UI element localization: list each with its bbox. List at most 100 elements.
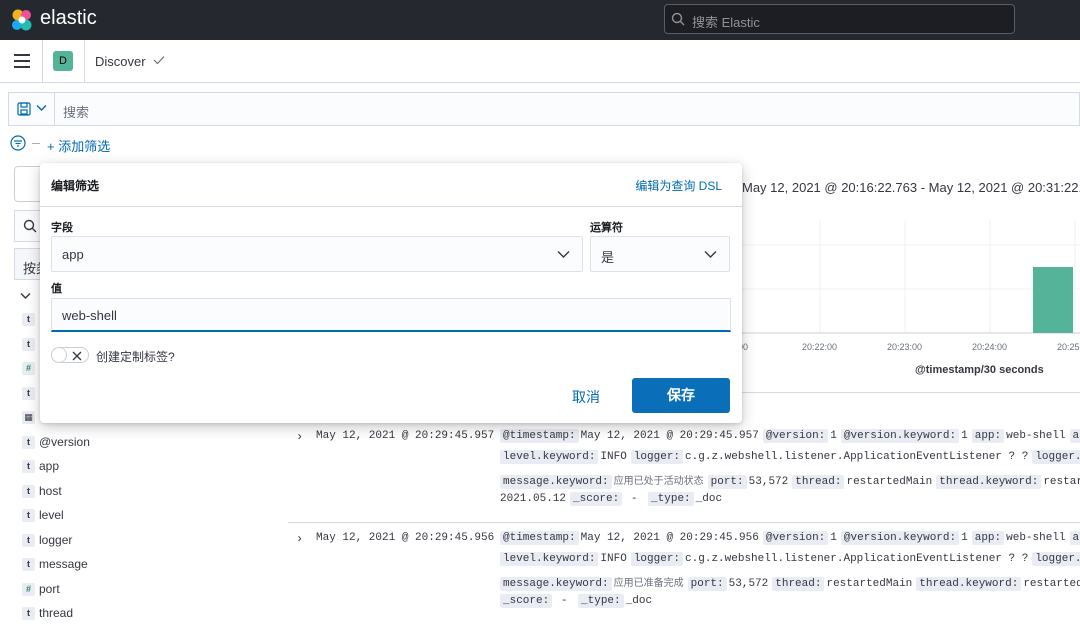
elastic-logo-icon[interactable] <box>10 8 34 32</box>
field-key: app: <box>971 429 1005 443</box>
document-source-line: level.keyword: INFO logger: c.g.z.webshell.… <box>500 450 1080 471</box>
search-icon <box>671 12 685 26</box>
value-input-text: web-shell <box>62 308 117 323</box>
string-type-icon: t <box>22 313 35 326</box>
field-key: thread: <box>772 577 825 591</box>
breadcrumb-discover[interactable]: Discover <box>95 54 146 69</box>
calendar-icon: ▦ <box>22 411 35 424</box>
saved-query-button[interactable] <box>9 93 55 125</box>
field-name: logger <box>39 532 73 547</box>
field-key: level.keyword: <box>500 552 599 566</box>
operator-select-value: 是 <box>601 250 615 265</box>
field-name: message <box>39 557 88 571</box>
check-icon <box>153 56 165 65</box>
x-tick-label: 20:25 <box>1057 342 1080 352</box>
divider <box>288 522 1080 523</box>
field-key: @version: <box>762 531 829 545</box>
field-key: _score: <box>500 594 553 608</box>
field-key: thread.keyword: <box>916 577 1022 591</box>
expand-row-icon[interactable]: › <box>296 430 303 444</box>
time-range-label: May 12, 2021 @ 20:16:22.763 - May 12, 20… <box>742 180 1080 195</box>
divider <box>40 206 742 207</box>
field-key: message.keyword: <box>500 577 612 591</box>
field-value: restartedMain <box>826 578 913 590</box>
divider <box>84 40 85 83</box>
field-value: 1 <box>961 430 968 442</box>
document-source-line: message.keyword: 应用已处于活动状态 port: 53,572 thre… <box>500 472 1080 492</box>
global-search-placeholder: 搜索 Elastic <box>692 15 760 30</box>
add-filter-link[interactable]: + 添加筛选 <box>47 136 110 155</box>
field-value: May 12, 2021 @ 20:29:45.956 <box>580 532 759 544</box>
field-value: 应用已准备完成 <box>613 578 684 589</box>
string-type-icon: t <box>22 386 35 400</box>
menu-icon[interactable] <box>14 54 30 68</box>
number-type-icon: # <box>22 582 35 596</box>
field-value: web-shell <box>1006 532 1066 544</box>
query-search-input[interactable]: 搜索 <box>63 102 89 121</box>
field-value: - <box>554 595 575 607</box>
field-name: host <box>39 483 62 498</box>
field-key: app <box>1069 429 1080 443</box>
filter-icon[interactable] <box>10 135 26 151</box>
field-name: port <box>39 581 60 596</box>
histogram-bar[interactable] <box>1033 267 1073 333</box>
field-key: message.keyword: <box>500 475 612 489</box>
field-value: 53,572 <box>748 476 789 488</box>
field-select[interactable]: app <box>51 236 583 272</box>
field-select-value: app <box>62 247 84 262</box>
x-tick-label: 20:24:00 <box>972 342 1007 352</box>
field-key: _type: <box>578 594 624 608</box>
string-type-icon: t <box>22 435 35 449</box>
field-name: app <box>39 459 60 473</box>
field-key: port: <box>707 475 747 489</box>
field-key: level.keyword: <box>500 450 599 464</box>
switch-knob <box>51 347 67 363</box>
field-key: logger.key <box>1032 450 1080 464</box>
space-avatar[interactable]: D <box>53 51 73 71</box>
field-value: c.g.z.webshell.listener.ApplicationEvent… <box>685 451 1029 463</box>
document-source-line: message.keyword: 应用已准备完成 port: 53,572 thread… <box>500 574 1080 594</box>
chevron-down-icon <box>557 251 570 258</box>
field-value: web-shell <box>1006 430 1066 442</box>
document-source-line: _score: - _type: _doc <box>500 594 656 615</box>
field-name: thread <box>39 606 74 620</box>
field-key: _type: <box>648 492 694 506</box>
field-key: app <box>1069 531 1080 545</box>
field-value: May 12, 2021 @ 20:29:45.957 <box>580 430 759 442</box>
field-key: @version.keyword: <box>840 429 960 443</box>
chevron-down-icon[interactable] <box>20 292 31 300</box>
expand-row-icon[interactable]: › <box>296 532 303 546</box>
field-name: @version <box>39 434 90 449</box>
field-key: @timestamp: <box>500 531 579 545</box>
field-value: 应用已处于活动状态 <box>613 476 704 487</box>
edit-as-dsl-link[interactable]: 编辑为查询 DSL <box>635 177 722 194</box>
custom-label-switch-label: 创建定制标签? <box>96 350 175 364</box>
field-value: 1 <box>830 430 837 442</box>
save-button[interactable]: 保存 <box>632 378 730 413</box>
string-type-icon: t <box>22 337 35 351</box>
field-value: - <box>624 493 645 505</box>
document-timestamp: May 12, 2021 @ 20:29:45.956 <box>316 532 495 544</box>
x-axis-label: @timestamp/30 seconds <box>915 364 1044 376</box>
field-key: _score: <box>570 492 623 506</box>
global-search-input[interactable]: 搜索 Elastic <box>664 4 1015 34</box>
field-value: c.g.z.webshell.listener.ApplicationEvent… <box>685 553 1029 565</box>
string-type-icon: t <box>22 509 35 522</box>
value-input[interactable]: web-shell <box>51 298 731 332</box>
string-type-icon: t <box>22 484 35 498</box>
cancel-button[interactable]: 取消 <box>572 387 600 407</box>
x-tick-label: 20:23:00 <box>887 342 922 352</box>
field-key: thread.keyword: <box>936 475 1042 489</box>
operator-select[interactable]: 是 <box>590 236 730 272</box>
operator-label: 运算符 <box>590 222 623 234</box>
custom-label-switch[interactable] <box>51 347 89 363</box>
field-value: INFO <box>600 553 627 565</box>
document-source-line: 2021.05.12 _score: - _type: _doc <box>500 492 726 513</box>
field-key: @timestamp: <box>500 429 579 443</box>
top-bar: elastic 搜索 Elastic <box>0 0 1080 40</box>
edit-filter-popover: 编辑筛选 编辑为查询 DSL 字段 app 运算符 是 值 web-shell … <box>40 163 742 423</box>
app-header: D Discover <box>0 40 1080 83</box>
document-timestamp: May 12, 2021 @ 20:29:45.957 <box>316 430 495 442</box>
chevron-down-icon <box>704 251 717 258</box>
cross-icon <box>72 351 82 361</box>
